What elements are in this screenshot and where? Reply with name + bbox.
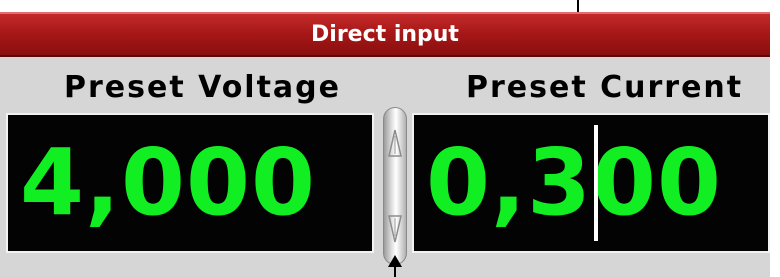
preset-current-field[interactable]: 0,300 xyxy=(412,113,770,253)
preset-current-value: 0,300 xyxy=(426,115,722,251)
arrow-up-icon xyxy=(388,255,402,277)
text-caret xyxy=(593,125,598,241)
header-bar: Direct input xyxy=(0,12,770,57)
chevron-down-icon[interactable] xyxy=(387,206,403,246)
direct-input-window: Direct input Preset Voltage Preset Curre… xyxy=(0,0,780,277)
value-spinner[interactable] xyxy=(383,107,407,265)
current-value-before-caret: 0,3 xyxy=(426,129,592,236)
preset-voltage-label: Preset Voltage xyxy=(64,70,341,105)
header-title: Direct input xyxy=(311,22,459,47)
preset-voltage-field[interactable]: 4,000 xyxy=(6,113,374,253)
preset-current-label: Preset Current xyxy=(466,70,744,105)
current-value-after-caret: 00 xyxy=(591,129,723,236)
preset-voltage-value: 4,000 xyxy=(20,129,317,236)
input-panel: Preset Voltage Preset Current 4,000 0,30… xyxy=(0,57,770,277)
chevron-up-icon[interactable] xyxy=(387,126,403,166)
